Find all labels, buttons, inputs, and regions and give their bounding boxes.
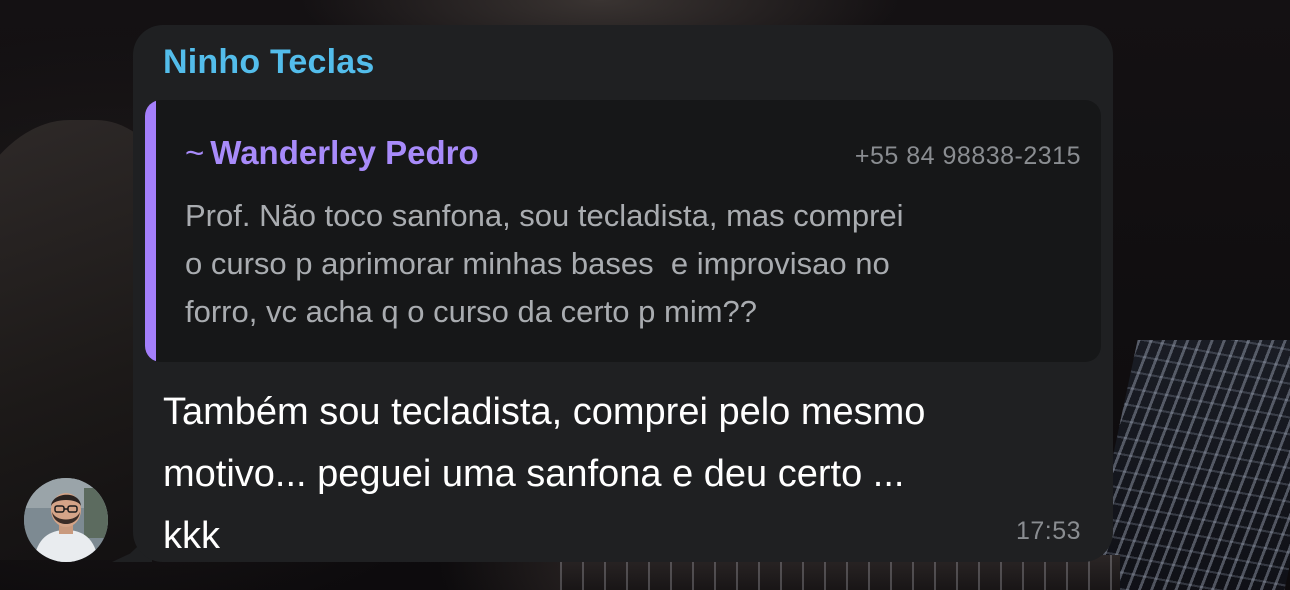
sender-name[interactable]: Ninho Teclas [163, 43, 374, 82]
sender-avatar[interactable] [24, 478, 108, 562]
quote-author-name: Wanderley Pedro [210, 134, 479, 171]
message-bubble[interactable]: Ninho Teclas ~ Wanderley Pedro +55 84 988… [133, 25, 1113, 562]
quote-author: ~ Wanderley Pedro [185, 134, 479, 172]
message-timestamp: 17:53 [1015, 517, 1081, 545]
quote-phone: +55 84 98838-2315 [854, 142, 1081, 170]
quote-accent-bar [145, 100, 156, 362]
quoted-message[interactable]: ~ Wanderley Pedro +55 84 98838-2315 Prof.… [145, 100, 1101, 362]
message-text: Também sou tecladista, comprei pelo mesm… [163, 391, 926, 557]
quote-text: Prof. Não toco sanfona, sou tecladista, … [185, 198, 904, 329]
wallpaper-instrument [1082, 340, 1290, 590]
user-avatar-photo-icon [24, 478, 108, 562]
quote-author-tilde: ~ [185, 134, 205, 171]
